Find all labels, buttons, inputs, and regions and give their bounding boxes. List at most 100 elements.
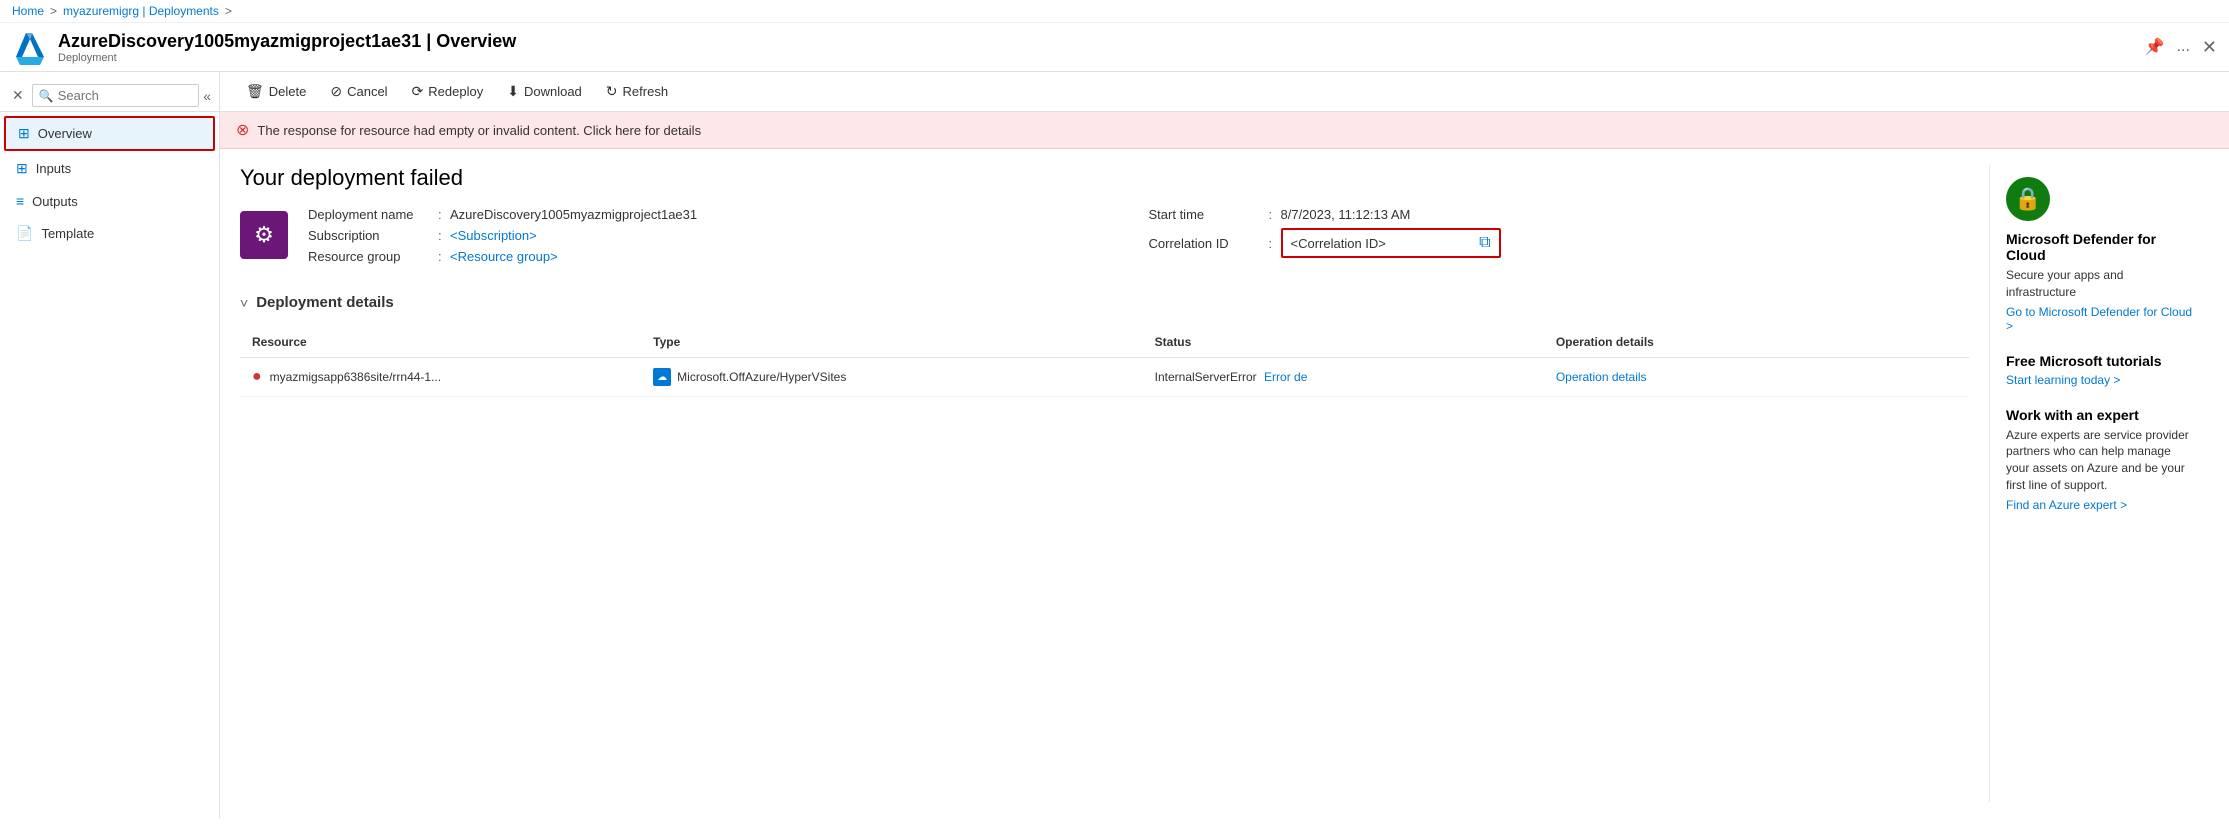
subscription-link[interactable]: <Subscription> — [450, 228, 537, 243]
info-row-start-time: Start time : 8/7/2023, 11:12:13 AM — [1149, 207, 1970, 222]
sidebar-item-label-overview: Overview — [38, 126, 92, 141]
start-time-label: Start time — [1149, 207, 1269, 222]
resource-group-colon: : — [438, 249, 450, 264]
deployment-info: ⚙ Deployment name : AzureDiscovery1005my… — [240, 207, 1969, 270]
sidebar-item-label-outputs: Outputs — [32, 194, 78, 209]
more-icon[interactable]: ... — [2177, 38, 2190, 56]
template-icon: 📄 — [16, 225, 33, 242]
main-layout: ✕ 🔍 « ⊞ Overview ⊞ Inputs ≡ Outputs 📄 Te… — [0, 72, 2229, 818]
content-area: 🗑 Delete ⊘ Cancel ⟳ Redeploy ⬇ Download … — [220, 72, 2229, 818]
overview-icon: ⊞ — [18, 125, 30, 142]
deployment-panel: Your deployment failed ⚙ Deployment name… — [240, 165, 1969, 802]
search-box[interactable]: 🔍 — [32, 84, 199, 107]
info-right: Start time : 8/7/2023, 11:12:13 AM Corre… — [1149, 207, 1970, 264]
expert-section: Work with an expert Azure experts are se… — [2006, 407, 2193, 512]
deployment-failed-title: Your deployment failed — [240, 165, 1969, 191]
title-block: AzureDiscovery1005myazmigproject1ae31 | … — [58, 31, 2145, 64]
table-header: Resource Type Status Operation details — [240, 327, 1969, 358]
download-icon: ⬇ — [507, 83, 519, 100]
defender-link[interactable]: Go to Microsoft Defender for Cloud > — [2006, 305, 2193, 333]
app-logo — [12, 29, 48, 65]
sidebar: ✕ 🔍 « ⊞ Overview ⊞ Inputs ≡ Outputs 📄 Te… — [0, 72, 220, 818]
table-row: ● myazmigsapp6386site/rrn44-1... ☁ Micro… — [240, 358, 1969, 397]
download-button[interactable]: ⬇ Download — [497, 78, 592, 105]
sidebar-item-overview[interactable]: ⊞ Overview — [4, 116, 215, 151]
page-title: AzureDiscovery1005myazmigproject1ae31 | … — [58, 31, 2145, 52]
correlation-value: <Correlation ID> — [1291, 236, 1472, 251]
col-resource: ● myazmigsapp6386site/rrn44-1... — [252, 368, 653, 386]
defender-logo: 🔒 — [2006, 177, 2050, 221]
redeploy-button[interactable]: ⟳ Redeploy — [402, 78, 494, 105]
search-input[interactable] — [58, 88, 193, 103]
page-subtitle: Deployment — [58, 52, 2145, 64]
resource-group-label: Resource group — [308, 249, 438, 264]
info-row-correlation: Correlation ID : <Correlation ID> ⧉ — [1149, 228, 1970, 258]
row-status-value: InternalServerError — [1155, 370, 1257, 384]
col-status: InternalServerError Error de — [1155, 370, 1556, 384]
breadcrumb-sep1: > — [50, 4, 57, 18]
sidebar-item-label-template: Template — [41, 226, 94, 241]
cancel-button[interactable]: ⊘ Cancel — [320, 78, 397, 105]
name-label: Deployment name — [308, 207, 438, 222]
sidebar-chevron-icon[interactable]: « — [203, 88, 211, 104]
expert-link[interactable]: Find an Azure expert > — [2006, 498, 2193, 512]
col-header-resource: Resource — [252, 335, 653, 349]
defender-desc: Secure your apps and infrastructure — [2006, 267, 2193, 301]
sidebar-item-template[interactable]: 📄 Template — [4, 218, 215, 249]
row-resource-value: myazmigsapp6386site/rrn44-1... — [270, 370, 441, 384]
copy-icon[interactable]: ⧉ — [1479, 234, 1490, 252]
subscription-label: Subscription — [308, 228, 438, 243]
sidebar-item-outputs[interactable]: ≡ Outputs — [4, 186, 215, 216]
start-time-colon: : — [1269, 207, 1281, 222]
row-operation-link[interactable]: Operation details — [1556, 370, 1647, 384]
defender-section: 🔒 Microsoft Defender for Cloud Secure yo… — [2006, 177, 2193, 333]
alert-message: The response for resource had empty or i… — [257, 123, 701, 138]
col-header-operation: Operation details — [1556, 335, 1957, 349]
inputs-icon: ⊞ — [16, 160, 28, 177]
breadcrumb-home[interactable]: Home — [12, 4, 44, 18]
delete-button[interactable]: 🗑 Delete — [236, 78, 316, 105]
tutorials-heading: Free Microsoft tutorials — [2006, 353, 2193, 369]
start-time-value: 8/7/2023, 11:12:13 AM — [1281, 207, 1411, 222]
refresh-icon: ↻ — [606, 83, 618, 100]
refresh-button[interactable]: ↻ Refresh — [596, 78, 678, 105]
row-error-icon: ● — [252, 368, 262, 386]
pin-icon[interactable]: 📌 — [2145, 37, 2165, 57]
sidebar-item-label-inputs: Inputs — [36, 161, 71, 176]
row-error-link[interactable]: Error de — [1264, 370, 1307, 384]
outputs-icon: ≡ — [16, 193, 24, 209]
right-panel: 🔒 Microsoft Defender for Cloud Secure yo… — [1989, 165, 2209, 802]
close-icon[interactable]: ✕ — [2202, 37, 2217, 58]
deployment-icon: ⚙ — [240, 211, 288, 259]
info-row-subscription: Subscription : <Subscription> — [308, 228, 1129, 243]
col-type: ☁ Microsoft.OffAzure/HyperVSites — [653, 368, 1154, 386]
details-title: Deployment details — [256, 294, 394, 311]
sidebar-close-icon[interactable]: ✕ — [8, 85, 28, 106]
name-value: AzureDiscovery1005myazmigproject1ae31 — [450, 207, 697, 222]
delete-icon: 🗑 — [246, 83, 264, 100]
sidebar-item-inputs[interactable]: ⊞ Inputs — [4, 153, 215, 184]
top-bar: AzureDiscovery1005myazmigproject1ae31 | … — [0, 23, 2229, 72]
resource-group-link[interactable]: <Resource group> — [450, 249, 558, 264]
redeploy-icon: ⟳ — [412, 83, 424, 100]
info-row-name: Deployment name : AzureDiscovery1005myaz… — [308, 207, 1129, 222]
defender-heading: Microsoft Defender for Cloud — [2006, 231, 2193, 263]
col-header-status: Status — [1155, 335, 1556, 349]
details-section-header[interactable]: ˅ Deployment details — [240, 294, 1969, 311]
correlation-colon: : — [1269, 236, 1281, 251]
breadcrumb-resource[interactable]: myazuremigrg | Deployments — [63, 4, 219, 18]
correlation-box: <Correlation ID> ⧉ — [1281, 228, 1501, 258]
subscription-colon: : — [438, 228, 450, 243]
sidebar-top: ✕ 🔍 « — [0, 80, 219, 112]
alert-bar[interactable]: ⊗ The response for resource had empty or… — [220, 112, 2229, 149]
expert-heading: Work with an expert — [2006, 407, 2193, 423]
breadcrumb: Home > myazuremigrg | Deployments > — [0, 0, 2229, 23]
info-row-resource-group: Resource group : <Resource group> — [308, 249, 1129, 264]
main-content: Your deployment failed ⚙ Deployment name… — [220, 149, 2229, 818]
alert-icon: ⊗ — [236, 120, 249, 140]
tutorials-link[interactable]: Start learning today > — [2006, 373, 2193, 387]
toolbar: 🗑 Delete ⊘ Cancel ⟳ Redeploy ⬇ Download … — [220, 72, 2229, 112]
col-header-type: Type — [653, 335, 1154, 349]
table-wrapper: Resource Type Status Operation details ●… — [240, 327, 1969, 397]
row-type-value: Microsoft.OffAzure/HyperVSites — [677, 370, 846, 384]
